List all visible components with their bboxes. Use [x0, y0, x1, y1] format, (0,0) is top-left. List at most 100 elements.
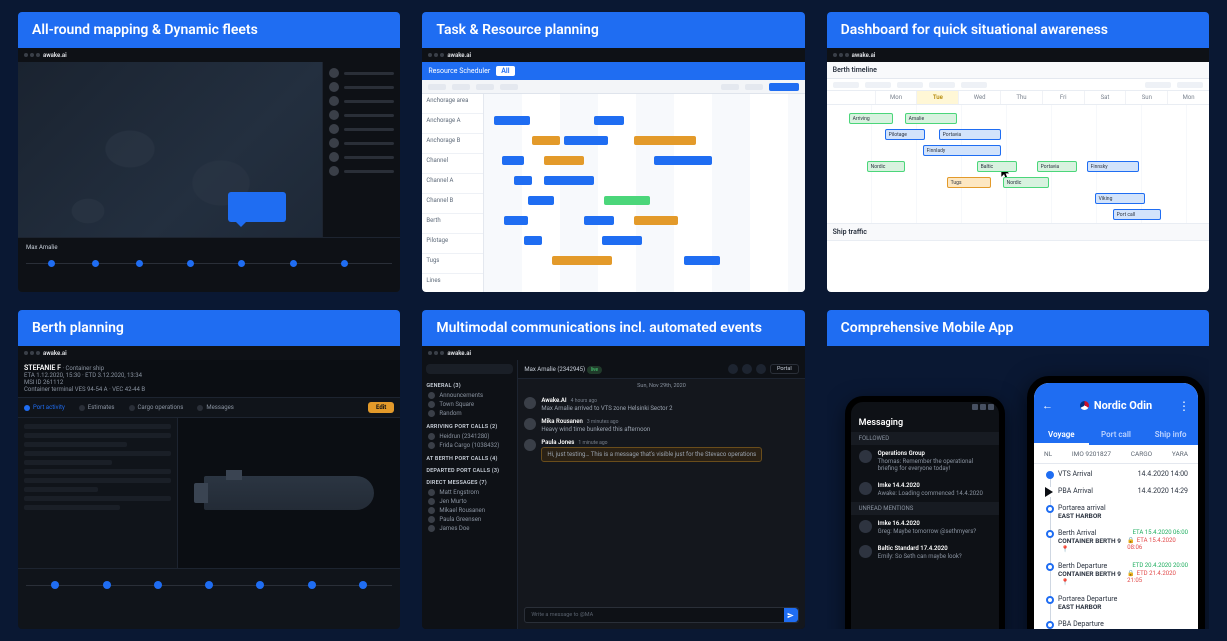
berth-chip[interactable]: Tugs — [947, 177, 991, 188]
voyage-event[interactable]: Berth ArrivalETA 15.4.2020 06:00CONTAINE… — [1058, 529, 1188, 553]
gantt-task[interactable] — [504, 216, 528, 225]
vessel-popup[interactable] — [228, 192, 286, 222]
channel-item[interactable]: Announcements — [426, 391, 513, 400]
berth-ship-diagram[interactable] — [178, 418, 400, 568]
berth-chip[interactable]: Viking — [1095, 193, 1145, 204]
gantt-task[interactable] — [684, 256, 720, 265]
gantt-task[interactable] — [544, 176, 594, 185]
section-arriving[interactable]: ARRIVING PORT CALLS (2) — [426, 424, 513, 430]
voyage-event[interactable]: VTS Arrival14.4.2020 14:00 — [1058, 470, 1188, 478]
tab-port-activity[interactable]: Port activity — [24, 402, 65, 413]
berth-chip[interactable]: Arriving — [849, 113, 893, 124]
berth-chip[interactable]: Finnlady — [923, 145, 1001, 156]
timeline-node[interactable] — [359, 581, 367, 589]
gantt-task[interactable] — [602, 236, 642, 245]
app-titlebar: awake.ai — [827, 48, 1209, 62]
section-departed[interactable]: DEPARTED PORT CALLS (3) — [426, 468, 513, 474]
berth-chip[interactable]: Amalie — [905, 113, 957, 124]
message-thread[interactable]: Imke 16.4.2020Greg: Maybe tomorrow @seth… — [851, 515, 999, 540]
dm-item[interactable]: Matt Engstrom — [426, 488, 513, 497]
channel-item[interactable]: Random — [426, 409, 513, 418]
toolbar-primary-btn[interactable] — [769, 83, 799, 91]
berth-chip[interactable]: Baltic — [977, 161, 1017, 172]
timeline-node[interactable] — [154, 581, 162, 589]
tab-port-call[interactable]: Port call — [1089, 426, 1144, 445]
tab-estimates[interactable]: Estimates — [79, 402, 115, 413]
timeline-node[interactable] — [256, 581, 264, 589]
tab-ship-info[interactable]: Ship info — [1143, 426, 1198, 445]
voyage-timeline[interactable]: VTS Arrival14.4.2020 14:00 PBA Arrival14.… — [1034, 464, 1198, 629]
avatar-icon — [859, 450, 872, 463]
berth-lanes[interactable]: Arriving Amalie Pilotage Portavia Finnlady No… — [827, 105, 1209, 223]
gantt-task[interactable] — [564, 136, 608, 145]
section-general[interactable]: GENERAL (3) — [426, 383, 513, 389]
message-thread[interactable]: Operations GroupThomas: Remember the ope… — [851, 445, 999, 477]
dm-item[interactable]: Mikael Rousanen — [426, 506, 513, 515]
voyage-event[interactable]: PBA Arrival14.4.2020 14:29 — [1058, 487, 1188, 495]
tab-messages[interactable]: Messages — [197, 402, 234, 413]
voyage-event[interactable]: Portarea arrivalEAST HARBOR — [1058, 504, 1188, 520]
channel-item[interactable]: Heidrun (2341280) — [426, 432, 513, 441]
voyage-event[interactable]: Portarea DepartureEAST HARBOR — [1058, 595, 1188, 611]
chat-composer[interactable]: Write a message to @MA — [524, 607, 798, 623]
gantt-task[interactable] — [514, 176, 532, 185]
timeline-node[interactable] — [308, 581, 316, 589]
dashboard-section-title: Berth timeline — [827, 62, 1209, 79]
map-bottom-title: Max Amalie — [26, 244, 392, 251]
dm-item[interactable]: Jen Murto — [426, 497, 513, 506]
gantt-task[interactable] — [634, 216, 678, 225]
berth-chip[interactable]: Nordic — [867, 161, 905, 172]
gantt-task[interactable] — [528, 196, 554, 205]
gantt-task[interactable] — [502, 156, 524, 165]
chat-sidebar: GENERAL (3) AnnouncementsTown SquareRand… — [422, 360, 518, 629]
gantt-task[interactable] — [604, 196, 650, 205]
timeline-node[interactable] — [103, 581, 111, 589]
message-thread[interactable]: Imke 14.4.2020Awake: Loading commenced 1… — [851, 477, 999, 502]
gantt-task[interactable] — [532, 136, 560, 145]
send-button[interactable] — [784, 608, 798, 622]
gantt-task[interactable] — [634, 136, 696, 145]
berth-chip[interactable]: Nordic — [1003, 177, 1049, 188]
message-thread[interactable]: Baltic Standard 17.4.2020Emily: So Seth … — [851, 540, 999, 565]
channel-item[interactable]: Town Square — [426, 400, 513, 409]
dm-item[interactable]: James Doe — [426, 524, 513, 533]
channel-item[interactable]: Frida Cargo (1038432) — [426, 441, 513, 450]
gantt-task[interactable] — [654, 156, 712, 165]
side-user-row[interactable] — [329, 68, 394, 78]
portal-select[interactable]: Portal — [770, 364, 799, 374]
berth-chip[interactable]: Portavia — [939, 129, 1001, 140]
edit-button[interactable]: Edit — [368, 402, 394, 413]
card-title: Task & Resource planning — [422, 12, 804, 48]
gantt-task[interactable] — [544, 156, 584, 165]
gantt-task[interactable] — [494, 116, 530, 125]
toolbar-seg[interactable] — [428, 84, 446, 90]
tab-voyage[interactable]: Voyage — [1034, 426, 1089, 445]
dm-item[interactable]: Paula Greensen — [426, 515, 513, 524]
tab-cargo[interactable]: Cargo operations — [129, 402, 184, 413]
berth-chip[interactable]: Finnsky — [1087, 161, 1139, 172]
kebab-menu-icon[interactable]: ⋮ — [1178, 399, 1190, 413]
berth-chip[interactable]: Portavia — [1037, 161, 1077, 172]
gantt-task[interactable] — [524, 236, 542, 245]
timeline-node[interactable] — [51, 581, 59, 589]
section-atberth[interactable]: AT BERTH PORT CALLS (4) — [426, 456, 513, 462]
gantt-task[interactable] — [594, 116, 624, 125]
back-arrow-icon[interactable]: ← — [1042, 399, 1053, 412]
card-title: All-round mapping & Dynamic fleets — [18, 12, 400, 48]
berth-chip[interactable]: Port call — [1113, 209, 1161, 220]
voyage-event[interactable]: Berth DepartureETD 20.4.2020 20:00CONTAI… — [1058, 562, 1188, 586]
chat-message: Awake.AI4 hours agoMax Amalie arrived to… — [524, 397, 798, 412]
berth-chip[interactable]: Pilotage — [885, 129, 925, 140]
scheduler-gantt[interactable] — [484, 94, 804, 292]
map-canvas[interactable]: Max Amalie — [18, 62, 400, 292]
timeline-node[interactable] — [205, 581, 213, 589]
gantt-task[interactable] — [552, 256, 612, 265]
search-input[interactable] — [426, 364, 513, 374]
scheduler-view-all[interactable]: All — [496, 66, 514, 76]
voyage-event[interactable]: PBA Departure — [1058, 620, 1188, 628]
map-timeline[interactable] — [26, 263, 392, 291]
gantt-task[interactable] — [584, 216, 614, 225]
berth-timeline[interactable] — [18, 568, 400, 604]
topbar-btn[interactable] — [728, 364, 738, 374]
section-dm[interactable]: DIRECT MESSAGES (7) — [426, 480, 513, 486]
